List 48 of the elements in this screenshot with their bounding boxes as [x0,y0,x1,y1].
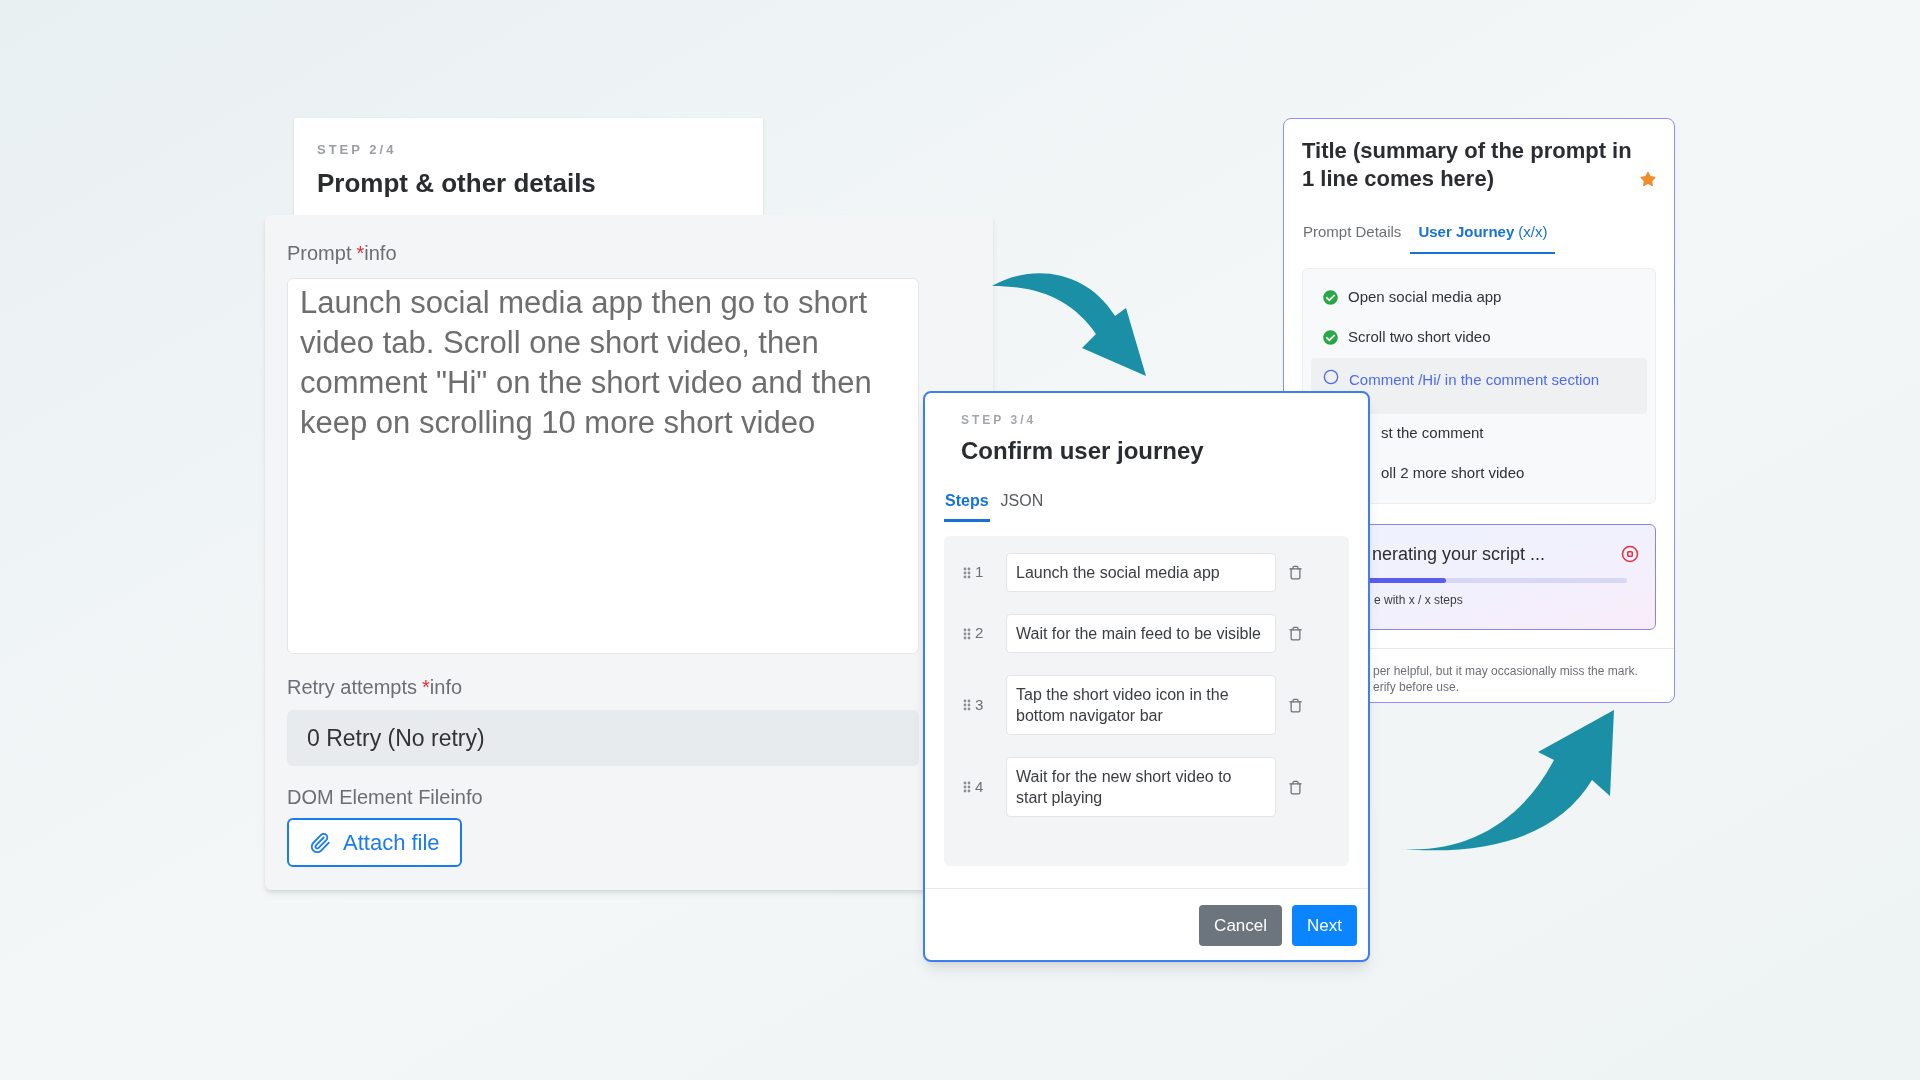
cancel-button[interactable]: Cancel [1199,905,1283,946]
journey-item[interactable]: Scroll two short video [1311,317,1647,358]
info-hint: info [364,241,397,266]
drag-handle-icon[interactable] [963,781,971,793]
attach-file-button[interactable]: Attach file [287,818,462,867]
trash-icon[interactable] [1288,626,1303,641]
disclaimer-text: per helpful, but it may occasionally miss the mark. [1373,662,1639,679]
info-hint: info [429,675,463,700]
progress-caption: e with x / x steps [1373,591,1464,609]
journey-item[interactable]: Comment /Hi/ in the comment section [1311,357,1647,414]
dialog-tab[interactable]: Steps [944,489,990,522]
step-number: 3 [975,694,984,715]
required-mark: * [422,675,430,700]
summary-title: Title (summary of the prompt in 1 line comes here) [1302,137,1633,193]
step-number: 2 [975,623,984,644]
prompt-field[interactable]: Launch social media app then go to short video tab. Scroll one short video, then comment "Hi" on the short video and then keep on scrolling 10 more short video [287,278,919,654]
progress-title: nerating your script ... [1372,542,1546,566]
drag-handle-icon[interactable] [963,699,971,711]
next-button[interactable]: Next [1292,905,1357,946]
dialog-title: Confirm user journey [961,436,1205,466]
trash-icon[interactable] [1288,697,1303,713]
section-title: Prompt & other details [317,166,597,200]
step-label: STEP 2/4 [317,141,398,159]
retry-select[interactable]: 0 Retry (No retry) [287,710,919,766]
panel-tab[interactable]: User Journey (x/x) [1410,221,1556,254]
trash-icon[interactable] [1288,779,1303,795]
trash-icon[interactable] [1288,565,1303,580]
required-mark: * [356,241,365,266]
step-field[interactable]: Launch the social media app [1006,553,1276,592]
field-label: Prompt [287,241,352,266]
paperclip-icon [309,831,331,854]
dialog-tab[interactable]: JSON [999,489,1045,522]
step-field[interactable]: Tap the short video icon in the bottom navigator bar [1006,675,1276,735]
panel-tab[interactable]: Prompt Details [1302,221,1403,254]
info-hint: info [450,785,483,810]
star-icon[interactable] [1640,171,1656,187]
step-number: 1 [975,562,984,583]
step-field[interactable]: Wait for the main feed to be visible [1006,614,1276,653]
stop-icon[interactable] [1621,545,1639,563]
journey-item[interactable]: Open social media app [1311,277,1647,318]
disclaimer-text: erify before use. [1373,678,1461,695]
step-number: 4 [975,776,984,797]
field-label: Retry attempts [287,675,418,700]
drag-handle-icon[interactable] [963,566,971,579]
field-label: DOM Element File [287,785,451,810]
step-field[interactable]: Wait for the new short video to start playing [1006,757,1276,817]
step-label: STEP 3/4 [961,412,1038,429]
drag-handle-icon[interactable] [963,627,971,640]
